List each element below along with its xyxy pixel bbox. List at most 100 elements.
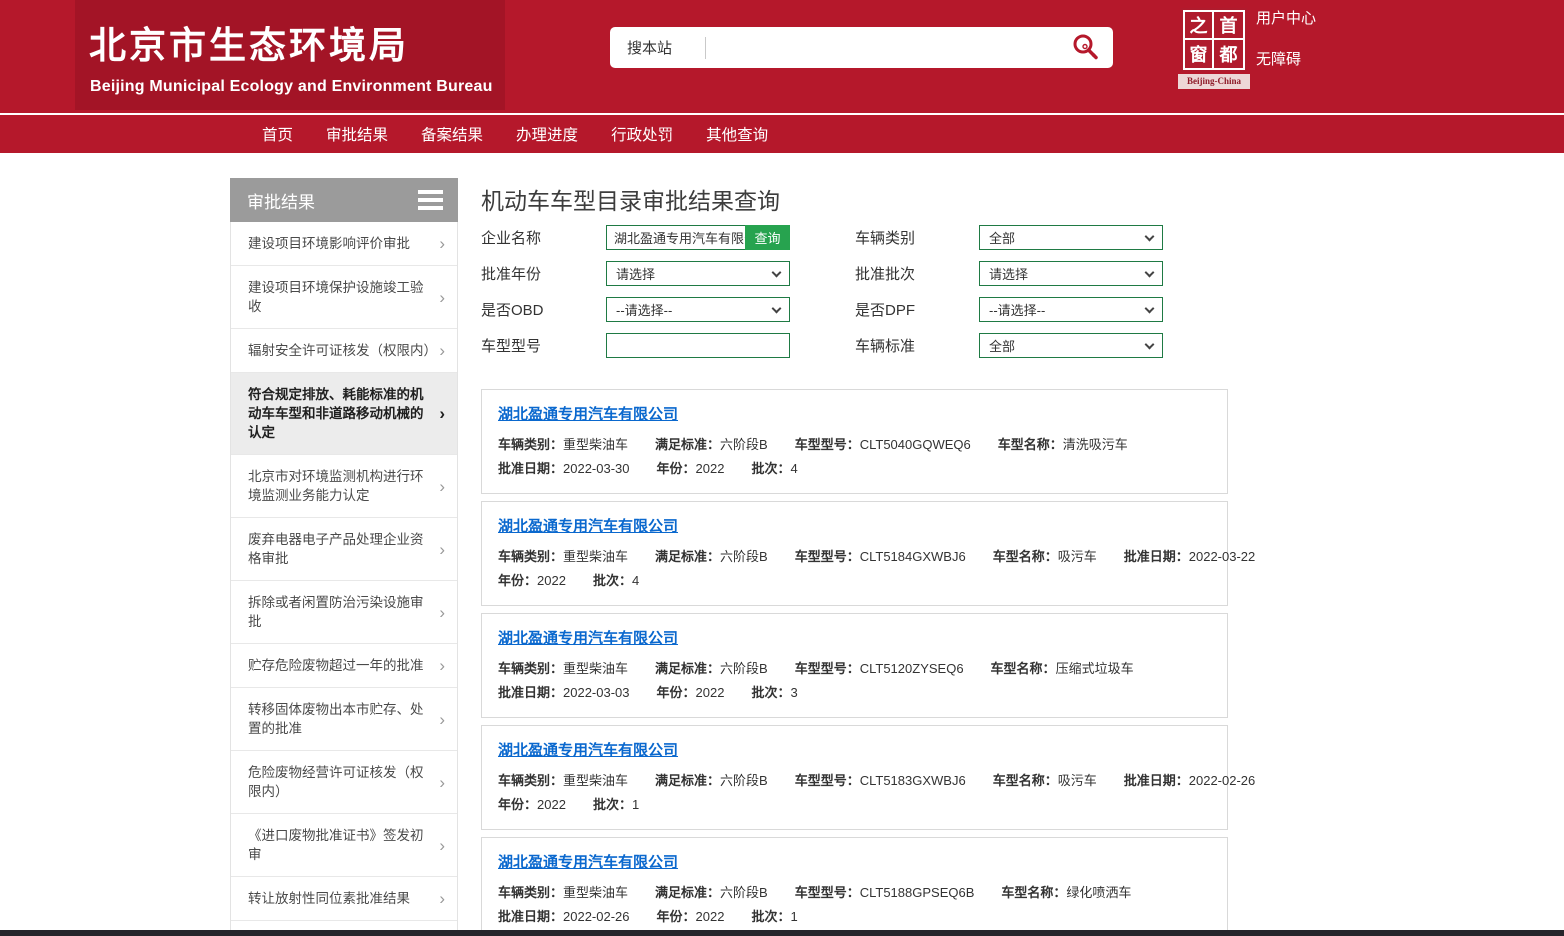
chevron-right-icon: ›	[439, 288, 445, 307]
query-button[interactable]: 查询	[745, 225, 790, 250]
sidebar-item-active[interactable]: 符合规定排放、耗能标准的机动车车型和非道路移动机械的认定›	[231, 373, 457, 455]
detail-pair: 车型型号：CLT5040GQWEQ6	[795, 437, 971, 452]
chevron-right-icon: ›	[439, 477, 445, 496]
footer-edge	[0, 930, 1564, 936]
model-number-label: 车型型号	[481, 335, 606, 356]
result-card: 湖北盈通专用汽车有限公司车辆类别：重型柴油车满足标准：六阶段B车型型号：CLT5…	[481, 725, 1228, 830]
sidebar-item[interactable]: 贮存危险废物超过一年的批准›	[231, 644, 457, 688]
hamburger-menu-icon[interactable]	[418, 186, 443, 214]
dpf-select[interactable]: --请选择--	[979, 297, 1163, 322]
detail-label: 年份：	[657, 461, 696, 476]
sidebar-item-label: 《进口废物批准证书》签发初审	[248, 826, 433, 864]
company-link[interactable]: 湖北盈通专用汽车有限公司	[498, 403, 678, 424]
detail-label: 年份：	[657, 685, 696, 700]
detail-value: 重型柴油车	[563, 549, 628, 564]
user-center-link[interactable]: 用户中心	[1256, 7, 1316, 28]
detail-label: 车辆类别：	[498, 549, 563, 564]
sidebar-item[interactable]: 拆除或者闲置防治污染设施审批›	[231, 581, 457, 644]
logo-caption: Beijing-China	[1178, 74, 1250, 89]
page: 北京市生态环境局 Beijing Municipal Ecology and E…	[0, 0, 1564, 936]
company-link[interactable]: 湖北盈通专用汽车有限公司	[498, 851, 678, 872]
nav-item-processing-progress[interactable]: 办理进度	[516, 123, 578, 145]
card-detail-line: 年份：2022批次：1	[498, 797, 1211, 812]
detail-pair: 车辆类别：重型柴油车	[498, 773, 628, 788]
sidebar-title: 审批结果	[247, 188, 315, 213]
vehicle-standard-select[interactable]: 全部	[979, 333, 1163, 358]
nav-item-other-queries[interactable]: 其他查询	[706, 123, 768, 145]
nav-item-home[interactable]: 首页	[262, 123, 293, 145]
detail-pair: 车辆类别：重型柴油车	[498, 661, 628, 676]
header-links: 用户中心 无障碍	[1256, 7, 1316, 89]
approval-year-select[interactable]: 请选择	[606, 261, 790, 286]
vehicle-category-select[interactable]: 全部	[979, 225, 1163, 250]
detail-pair: 年份：2022	[657, 461, 725, 476]
approval-batch-label: 批准批次	[855, 263, 979, 284]
detail-value: 3	[790, 685, 797, 700]
nav-item-approval-results[interactable]: 审批结果	[326, 123, 388, 145]
company-link[interactable]: 湖北盈通专用汽车有限公司	[498, 739, 678, 760]
detail-value: 六阶段B	[720, 437, 768, 452]
detail-label: 车型名称：	[993, 773, 1058, 788]
sidebar-item[interactable]: 废弃电器电子产品处理企业资格审批›	[231, 518, 457, 581]
detail-pair: 车型名称：吸污车	[993, 549, 1097, 564]
detail-pair: 批次：1	[751, 909, 797, 924]
page-title: 机动车车型目录审批结果查询	[481, 182, 1228, 216]
approval-batch-selected-value: 请选择	[989, 264, 1028, 283]
sidebar-item[interactable]: 转移固体废物出本市贮存、处置的批准›	[231, 688, 457, 751]
company-link[interactable]: 湖北盈通专用汽车有限公司	[498, 627, 678, 648]
vehicle-category-field: 全部	[979, 225, 1163, 250]
chevron-down-icon	[772, 304, 782, 314]
detail-value: CLT5188GPSEQ6B	[860, 885, 975, 900]
detail-value: 2022	[537, 797, 566, 812]
detail-label: 车型名称：	[991, 661, 1056, 676]
detail-value: CLT5183GXWBJ6	[860, 773, 966, 788]
accessibility-link[interactable]: 无障碍	[1256, 48, 1316, 69]
detail-value: 六阶段B	[720, 661, 768, 676]
chevron-right-icon: ›	[439, 889, 445, 908]
detail-value: 绿化喷洒车	[1066, 885, 1131, 900]
nav-item-administrative-penalty[interactable]: 行政处罚	[611, 123, 673, 145]
sidebar-item[interactable]: 危险废物经营许可证核发（权限内）›	[231, 751, 457, 814]
nav-item-filing-results[interactable]: 备案结果	[421, 123, 483, 145]
detail-pair: 车型型号：CLT5184GXWBJ6	[795, 549, 966, 564]
chevron-right-icon: ›	[439, 710, 445, 729]
detail-value: 2022-03-03	[563, 685, 630, 700]
obd-select[interactable]: --请选择--	[606, 297, 790, 322]
card-detail-line: 车辆类别：重型柴油车满足标准：六阶段B车型型号：CLT5120ZYSEQ6车型名…	[498, 661, 1211, 676]
sidebar-item-label: 转让放射性同位素批准结果	[248, 889, 410, 908]
detail-pair: 车型型号：CLT5120ZYSEQ6	[795, 661, 964, 676]
logo-character: 窗	[1185, 40, 1214, 68]
card-detail-line: 车辆类别：重型柴油车满足标准：六阶段B车型型号：CLT5184GXWBJ6车型名…	[498, 549, 1211, 564]
sidebar-item[interactable]: 建设项目环境保护设施竣工验收›	[231, 266, 457, 329]
detail-pair: 批准日期：2022-03-03	[498, 685, 630, 700]
sidebar-item-label: 建设项目环境影响评价审批	[248, 234, 410, 253]
sidebar-item-label: 贮存危险废物超过一年的批准	[248, 656, 424, 675]
detail-value: CLT5184GXWBJ6	[860, 549, 966, 564]
search-input[interactable]	[706, 33, 1071, 63]
sidebar-item[interactable]: 建设项目环境影响评价审批›	[231, 222, 457, 266]
obd-selected-value: --请选择--	[616, 300, 672, 319]
query-form: 企业名称查询车辆类别全部批准年份请选择批准批次请选择是否OBD--请选择--是否…	[481, 225, 1228, 358]
chevron-down-icon	[1145, 304, 1155, 314]
approval-batch-select[interactable]: 请选择	[979, 261, 1163, 286]
dpf-field: --请选择--	[979, 297, 1163, 322]
detail-label: 车型型号：	[795, 549, 860, 564]
sidebar-item[interactable]: 辐射安全许可证核发（权限内）›	[231, 329, 457, 373]
model-number-input[interactable]	[606, 333, 790, 358]
sidebar-item[interactable]: 北京市对环境监测机构进行环境监测业务能力认定›	[231, 455, 457, 518]
sidebar-item[interactable]: 转让放射性同位素批准结果 ›	[231, 877, 457, 921]
sidebar-item-label: 废弃电器电子产品处理企业资格审批	[248, 530, 433, 568]
detail-label: 满足标准：	[655, 549, 720, 564]
site-brand: 北京市生态环境局 Beijing Municipal Ecology and E…	[75, 0, 505, 110]
search-icon[interactable]	[1071, 33, 1101, 63]
approval-year-label: 批准年份	[481, 263, 606, 284]
detail-label: 批准日期：	[1124, 549, 1189, 564]
detail-label: 满足标准：	[655, 437, 720, 452]
capital-window-logo[interactable]: 之首窗都 Beijing-China	[1178, 8, 1250, 89]
company-link[interactable]: 湖北盈通专用汽车有限公司	[498, 515, 678, 536]
chevron-right-icon: ›	[439, 603, 445, 622]
chevron-right-icon: ›	[439, 773, 445, 792]
detail-value: 4	[790, 461, 797, 476]
detail-pair: 满足标准：六阶段B	[655, 773, 768, 788]
sidebar-item[interactable]: 《进口废物批准证书》签发初审›	[231, 814, 457, 877]
